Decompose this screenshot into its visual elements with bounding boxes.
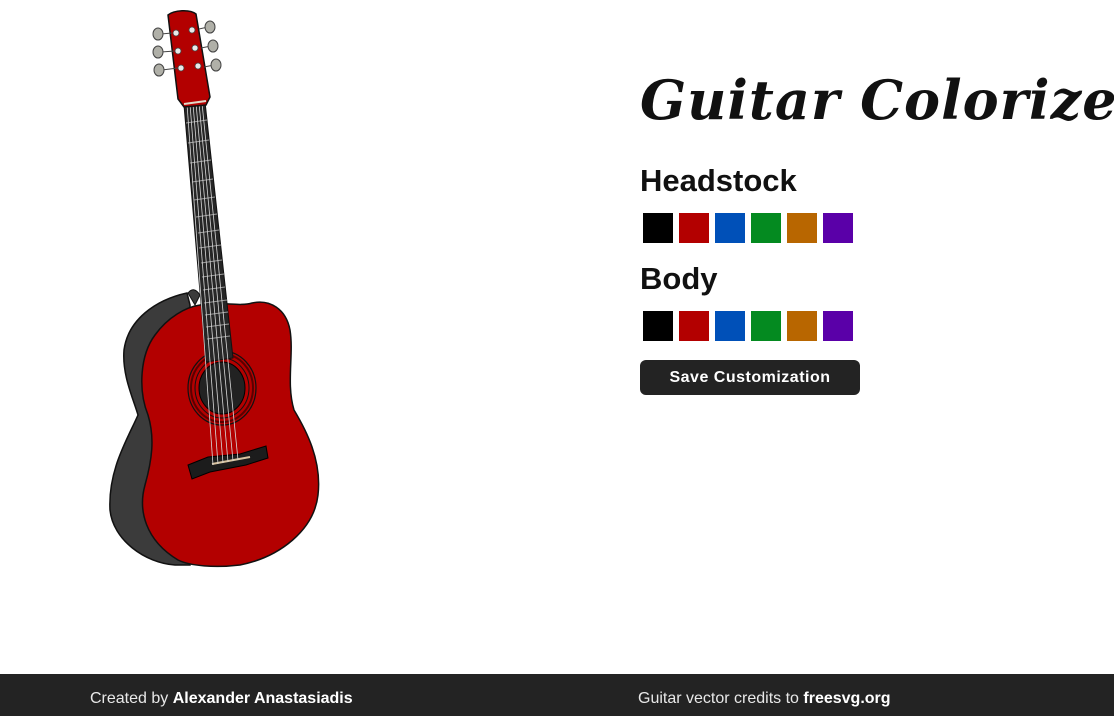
headstock-swatch-purple[interactable] — [823, 213, 853, 243]
headstock-swatches — [640, 213, 1080, 243]
headstock-swatch-green[interactable] — [751, 213, 781, 243]
body-swatch-blue[interactable] — [715, 311, 745, 341]
guitar-illustration — [100, 5, 340, 575]
footer-author-link[interactable]: Alexander Anastasiadis — [173, 690, 353, 707]
footer-author-credit: Created by Alexander Anastasiadis — [90, 674, 353, 724]
app-title: Guitar Colorizer — [640, 68, 1114, 132]
footer-created-by-text: Created by — [90, 690, 169, 707]
headstock-section-title: Headstock — [640, 163, 797, 198]
footer: Created by Alexander Anastasiadis Guitar… — [0, 674, 1114, 716]
headstock-swatch-orange[interactable] — [787, 213, 817, 243]
body-section-title: Body — [640, 261, 718, 296]
footer-vector-credits-text: Guitar vector credits to — [638, 690, 799, 707]
headstock-swatch-red[interactable] — [679, 213, 709, 243]
guitar-headstock — [167, 10, 211, 108]
body-swatch-orange[interactable] — [787, 311, 817, 341]
footer-vector-credit: Guitar vector credits to freesvg.org — [638, 674, 891, 724]
headstock-swatch-black[interactable] — [643, 213, 673, 243]
body-swatch-black[interactable] — [643, 311, 673, 341]
guitar-image — [109, 10, 320, 568]
body-swatch-green[interactable] — [751, 311, 781, 341]
body-swatch-purple[interactable] — [823, 311, 853, 341]
save-customization-button[interactable]: Save Customization — [640, 360, 860, 395]
body-swatch-red[interactable] — [679, 311, 709, 341]
customization-panel: Guitar Colorizer Headstock Body Save Cus… — [640, 55, 1114, 395]
headstock-swatch-blue[interactable] — [715, 213, 745, 243]
footer-freesvg-link[interactable]: freesvg.org — [803, 690, 890, 707]
body-swatches — [640, 311, 1080, 341]
